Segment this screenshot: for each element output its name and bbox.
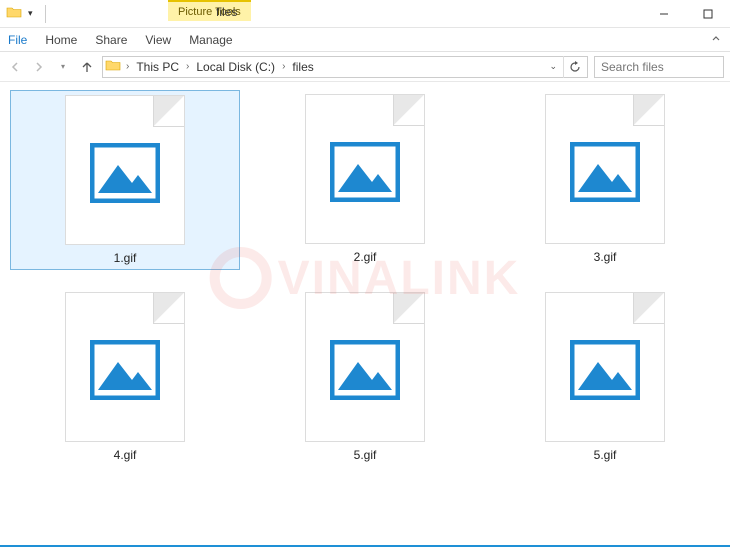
breadcrumb-segment[interactable]: Local Disk (C:): [194, 60, 277, 74]
folder-icon: [6, 5, 22, 22]
file-thumbnail: [65, 95, 185, 245]
contextual-tab-picture-tools[interactable]: Picture Tools: [168, 0, 251, 21]
ribbon-tab-manage[interactable]: Manage: [189, 33, 232, 47]
ribbon-tabs: File Home Share View Manage: [0, 28, 730, 52]
nav-up-button[interactable]: [78, 58, 96, 76]
breadcrumb-segment[interactable]: files: [290, 60, 315, 74]
image-icon: [330, 142, 400, 202]
file-list: VINALINK 1.gif 2.gif 3.gif: [0, 82, 730, 474]
address-bar: ▾ › This PC › Local Disk (C:) › files ⌄: [0, 52, 730, 82]
image-icon: [90, 340, 160, 400]
nav-history-dropdown[interactable]: ▾: [54, 58, 72, 76]
file-name: 1.gif: [114, 251, 137, 265]
nav-forward-button[interactable]: [30, 58, 48, 76]
file-thumbnail: [305, 94, 425, 244]
image-icon: [330, 340, 400, 400]
image-icon: [570, 340, 640, 400]
file-thumbnail: [545, 292, 665, 442]
search-input[interactable]: [594, 56, 724, 78]
file-item[interactable]: 2.gif: [250, 90, 480, 270]
file-item[interactable]: 3.gif: [490, 90, 720, 270]
title-bar: ▾ Picture Tools files: [0, 0, 730, 28]
file-name: 5.gif: [594, 448, 617, 462]
breadcrumb-segment[interactable]: This PC: [134, 60, 181, 74]
chevron-right-icon[interactable]: ›: [279, 61, 288, 72]
file-item[interactable]: 5.gif: [490, 288, 720, 466]
file-name: 5.gif: [354, 448, 377, 462]
breadcrumb-dropdown-icon[interactable]: ⌄: [549, 61, 557, 72]
file-thumbnail: [305, 292, 425, 442]
file-name: 4.gif: [114, 448, 137, 462]
ribbon-collapse-icon[interactable]: [710, 32, 722, 47]
ribbon-tab-home[interactable]: Home: [45, 33, 77, 47]
minimize-button[interactable]: [642, 0, 686, 28]
image-icon: [570, 142, 640, 202]
file-item[interactable]: 5.gif: [250, 288, 480, 466]
ribbon-tab-share[interactable]: Share: [95, 33, 127, 47]
file-thumbnail: [65, 292, 185, 442]
window-title: files: [216, 5, 237, 19]
chevron-right-icon[interactable]: ›: [183, 61, 192, 72]
ribbon-file-tab[interactable]: File: [8, 33, 27, 47]
ribbon-tab-view[interactable]: View: [145, 33, 171, 47]
breadcrumb[interactable]: › This PC › Local Disk (C:) › files ⌄: [102, 56, 588, 78]
image-icon: [90, 143, 160, 203]
qat-dropdown-icon[interactable]: ▾: [26, 8, 35, 19]
folder-icon: [105, 58, 121, 75]
file-thumbnail: [545, 94, 665, 244]
maximize-button[interactable]: [686, 0, 730, 28]
file-name: 3.gif: [594, 250, 617, 264]
chevron-right-icon[interactable]: ›: [123, 61, 132, 72]
refresh-button[interactable]: [563, 56, 585, 78]
file-name: 2.gif: [354, 250, 377, 264]
file-item[interactable]: 1.gif: [10, 90, 240, 270]
qat-separator: [45, 5, 46, 23]
file-item[interactable]: 4.gif: [10, 288, 240, 466]
nav-back-button[interactable]: [6, 58, 24, 76]
